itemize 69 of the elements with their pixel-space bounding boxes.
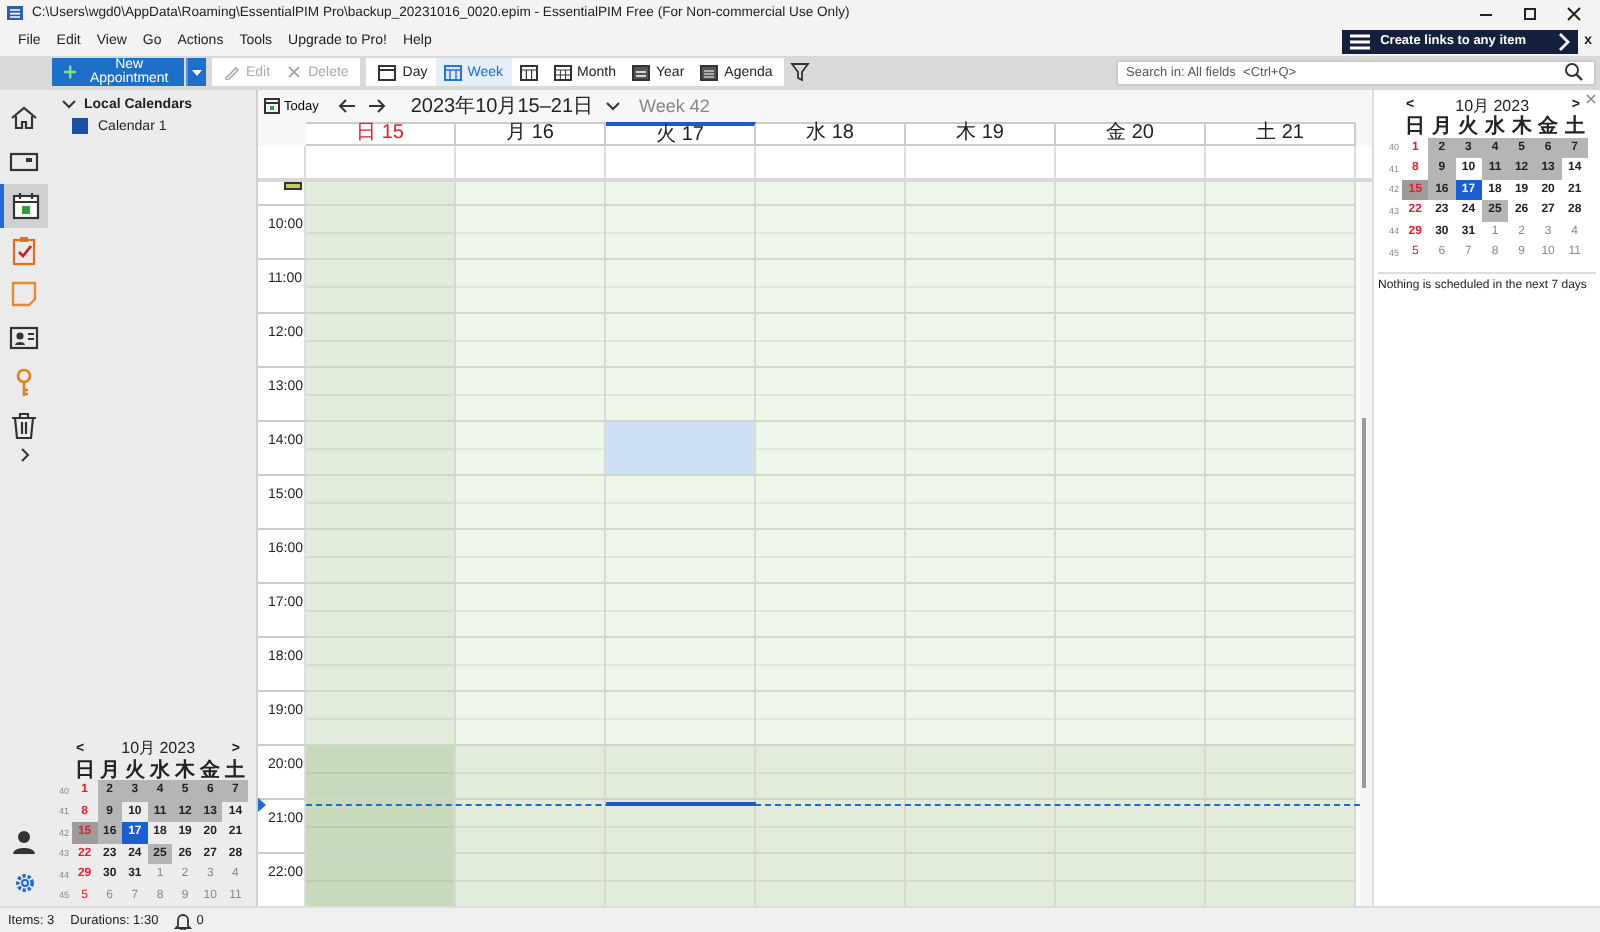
home-icon (8, 102, 40, 135)
chevron-right-icon[interactable] (19, 448, 29, 463)
filter-icon[interactable] (790, 62, 811, 83)
time-slot[interactable] (1056, 798, 1206, 853)
sidebar-button[interactable] (0, 184, 48, 229)
arrow-right-icon[interactable] (368, 98, 387, 115)
time-slot[interactable] (1206, 798, 1356, 853)
weekday-label: 月 (1429, 116, 1454, 138)
chevron-down-icon (62, 100, 76, 111)
lines-icon (1350, 33, 1371, 50)
arrow-left-icon[interactable] (338, 98, 357, 115)
weekday-label: 日 (72, 759, 97, 781)
trash-icon (8, 410, 40, 443)
day-header[interactable]: 土 21 (1206, 122, 1356, 147)
note-icon (8, 278, 40, 311)
chevron-down-icon[interactable] (605, 101, 620, 112)
weekday-label: 金 (1536, 116, 1561, 138)
weekday-label: 土 (223, 759, 248, 781)
calendar-week-icon (443, 63, 462, 82)
close-icon[interactable] (1564, 3, 1584, 24)
day-header[interactable]: 金 20 (1056, 122, 1206, 147)
week-label: Week 42 (639, 96, 710, 117)
month-title: 10月 2023 (121, 738, 195, 759)
time-slot[interactable] (606, 798, 756, 853)
maximize-icon[interactable] (1520, 3, 1540, 24)
weekday-label: 土 (1562, 116, 1587, 138)
weekday-label: 月 (97, 759, 122, 781)
cross-icon (286, 64, 303, 81)
bell-icon (174, 911, 193, 930)
calendar-month-icon (553, 63, 572, 82)
weekday-label: 火 (122, 759, 147, 781)
selected-time-slot[interactable] (606, 420, 756, 475)
plus-icon (64, 64, 77, 81)
clipboard-icon (8, 234, 40, 267)
scrollbar[interactable] (1360, 182, 1372, 907)
calendar-icon (264, 98, 280, 115)
weekday-label: 水 (147, 759, 172, 781)
pencil-icon (224, 64, 240, 81)
time-slot[interactable] (456, 798, 606, 853)
day-header[interactable]: 水 18 (756, 122, 906, 147)
weekday-label: 水 (1482, 116, 1507, 138)
dropdown-button[interactable] (186, 58, 206, 87)
weekday-label: 木 (1509, 116, 1534, 138)
checkbox[interactable] (72, 118, 88, 135)
date-range: 2023年10月15–21日 (410, 94, 594, 121)
time-slot[interactable] (306, 798, 456, 853)
time-slot[interactable] (906, 798, 1056, 853)
weekday-label: 日 (1403, 116, 1428, 138)
scrollbar-thumb[interactable] (1362, 418, 1366, 789)
day-header[interactable]: 火 17 (606, 122, 756, 147)
calendar-icon (10, 190, 42, 223)
user-icon[interactable] (12, 830, 36, 855)
contact-card-icon (8, 322, 40, 355)
time-slot[interactable] (756, 798, 906, 853)
weekday-label: 火 (1456, 116, 1481, 138)
day-header[interactable]: 月 16 (456, 122, 606, 147)
calendar-year-icon (632, 63, 650, 82)
day-header[interactable]: 木 19 (906, 122, 1056, 147)
weekday-label: 木 (173, 759, 198, 781)
agenda-icon (700, 63, 719, 82)
settings-icon[interactable] (13, 872, 35, 895)
day-header[interactable]: 日 15 (306, 122, 456, 147)
calendar-day-icon (378, 63, 397, 82)
caret-icon (192, 69, 202, 76)
month-title: 10月 2023 (1456, 95, 1530, 116)
weekday-label: 金 (198, 759, 223, 781)
search-icon[interactable] (1564, 62, 1584, 83)
calendar-grid-icon (519, 63, 538, 82)
all-day-marker-icon (284, 182, 302, 191)
